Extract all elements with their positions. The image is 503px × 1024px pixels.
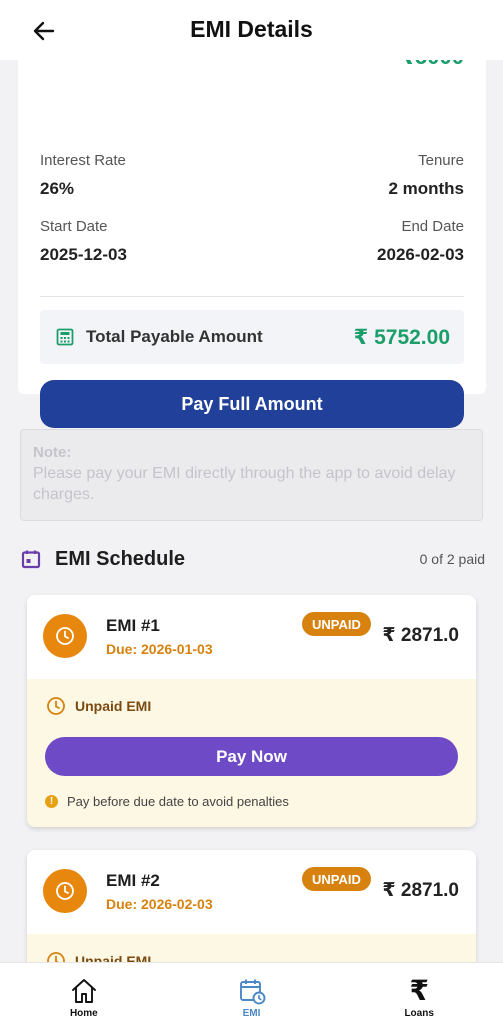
emi-due-date: Due: 2026-02-03 xyxy=(106,896,213,912)
emi-card-header: EMI #2 Due: 2026-02-03 UNPAID ₹ 2871.0 xyxy=(27,850,476,934)
emi-status-row: Unpaid EMI xyxy=(45,695,458,717)
info-icon: ! xyxy=(45,795,58,808)
emi-card-body: Unpaid EMI xyxy=(27,934,476,962)
emi-number: EMI #2 xyxy=(106,871,160,890)
home-icon xyxy=(70,976,98,1006)
penalty-warning-text: Pay before due date to avoid penalties xyxy=(67,794,289,809)
paid-count: 0 of 2 paid xyxy=(419,551,485,567)
nav-label-emi: EMI xyxy=(242,1008,261,1019)
dates-row: Start Date 2025-12-03 End Date 2026-02-0… xyxy=(40,218,464,265)
nav-item-home[interactable]: Home xyxy=(0,963,168,1024)
rupee-icon: ₹ xyxy=(409,975,429,1006)
tenure-label: Tenure xyxy=(418,152,464,169)
emi-schedule-header: EMI Schedule 0 of 2 paid xyxy=(20,544,485,574)
emi-status-row: Unpaid EMI xyxy=(45,950,458,962)
end-date-value: 2026-02-03 xyxy=(377,245,464,264)
emi-card: EMI #1 Due: 2026-01-03 UNPAID ₹ 2871.0 U… xyxy=(27,595,476,827)
status-badge: UNPAID xyxy=(302,867,371,891)
emi-number: EMI #1 xyxy=(106,616,160,635)
bottom-nav: Home EMI ₹ Loans xyxy=(0,962,503,1024)
interest-rate-label: Interest Rate xyxy=(40,152,126,169)
note-text: Please pay your EMI directly through the… xyxy=(33,465,456,503)
loan-amount: ₹5000 xyxy=(400,60,464,70)
nav-item-emi[interactable]: EMI xyxy=(168,963,336,1024)
loan-details-card: ₹5000 Interest Rate 26% Tenure 2 months … xyxy=(18,60,486,428)
emi-schedule-title: EMI Schedule xyxy=(55,547,186,570)
start-date-label: Start Date xyxy=(40,218,108,235)
emi-amount: ₹ 2871.0 xyxy=(382,880,459,901)
emi-status-text: Unpaid EMI xyxy=(75,698,152,714)
emi-card: EMI #2 Due: 2026-02-03 UNPAID ₹ 2871.0 U… xyxy=(27,850,476,962)
total-payable-box: Total Payable Amount ₹ 5752.00 xyxy=(40,310,464,364)
calendar-icon xyxy=(20,548,42,570)
emi-status-text: Unpaid EMI xyxy=(75,953,152,962)
interest-rate-value: 26% xyxy=(40,179,75,198)
note-title: Note: xyxy=(33,444,72,461)
end-date-block: End Date 2026-02-03 xyxy=(377,218,464,265)
clock-icon xyxy=(43,614,87,658)
page-title: EMI Details xyxy=(190,16,313,42)
pay-full-amount-button[interactable]: Pay Full Amount xyxy=(40,380,464,428)
clock-icon xyxy=(45,950,67,962)
emi-card-header: EMI #1 Due: 2026-01-03 UNPAID ₹ 2871.0 xyxy=(27,595,476,679)
tenure-block: Tenure 2 months xyxy=(388,152,464,199)
status-badge: UNPAID xyxy=(302,612,371,636)
clock-icon xyxy=(43,869,87,913)
nav-label-loans: Loans xyxy=(404,1008,434,1019)
app-header: EMI Details xyxy=(0,0,503,60)
rate-tenure-row: Interest Rate 26% Tenure 2 months xyxy=(40,152,464,199)
end-date-label: End Date xyxy=(401,218,464,235)
penalty-warning: ! Pay before due date to avoid penalties xyxy=(45,794,458,809)
scroll-area[interactable]: ₹5000 Interest Rate 26% Tenure 2 months … xyxy=(0,60,503,962)
start-date-value: 2025-12-03 xyxy=(40,245,127,264)
nav-item-loans[interactable]: ₹ Loans xyxy=(335,963,503,1024)
total-payable-label: Total Payable Amount xyxy=(86,327,263,346)
total-payable-value: ₹ 5752.00 xyxy=(353,325,450,349)
emi-amount: ₹ 2871.0 xyxy=(382,625,459,646)
emi-calendar-icon xyxy=(238,976,266,1006)
interest-rate-block: Interest Rate 26% xyxy=(40,152,126,199)
start-date-block: Start Date 2025-12-03 xyxy=(40,218,127,265)
nav-label-home: Home xyxy=(69,1008,98,1019)
divider xyxy=(40,296,464,297)
calculator-icon xyxy=(54,326,76,348)
emi-card-body: Unpaid EMI Pay Now ! Pay before due date… xyxy=(27,679,476,827)
pay-now-button[interactable]: Pay Now xyxy=(45,737,458,776)
emi-due-date: Due: 2026-01-03 xyxy=(106,641,213,657)
tenure-value: 2 months xyxy=(388,179,464,198)
clock-icon xyxy=(45,695,67,717)
note-box: Note: Please pay your EMI directly throu… xyxy=(20,429,483,521)
